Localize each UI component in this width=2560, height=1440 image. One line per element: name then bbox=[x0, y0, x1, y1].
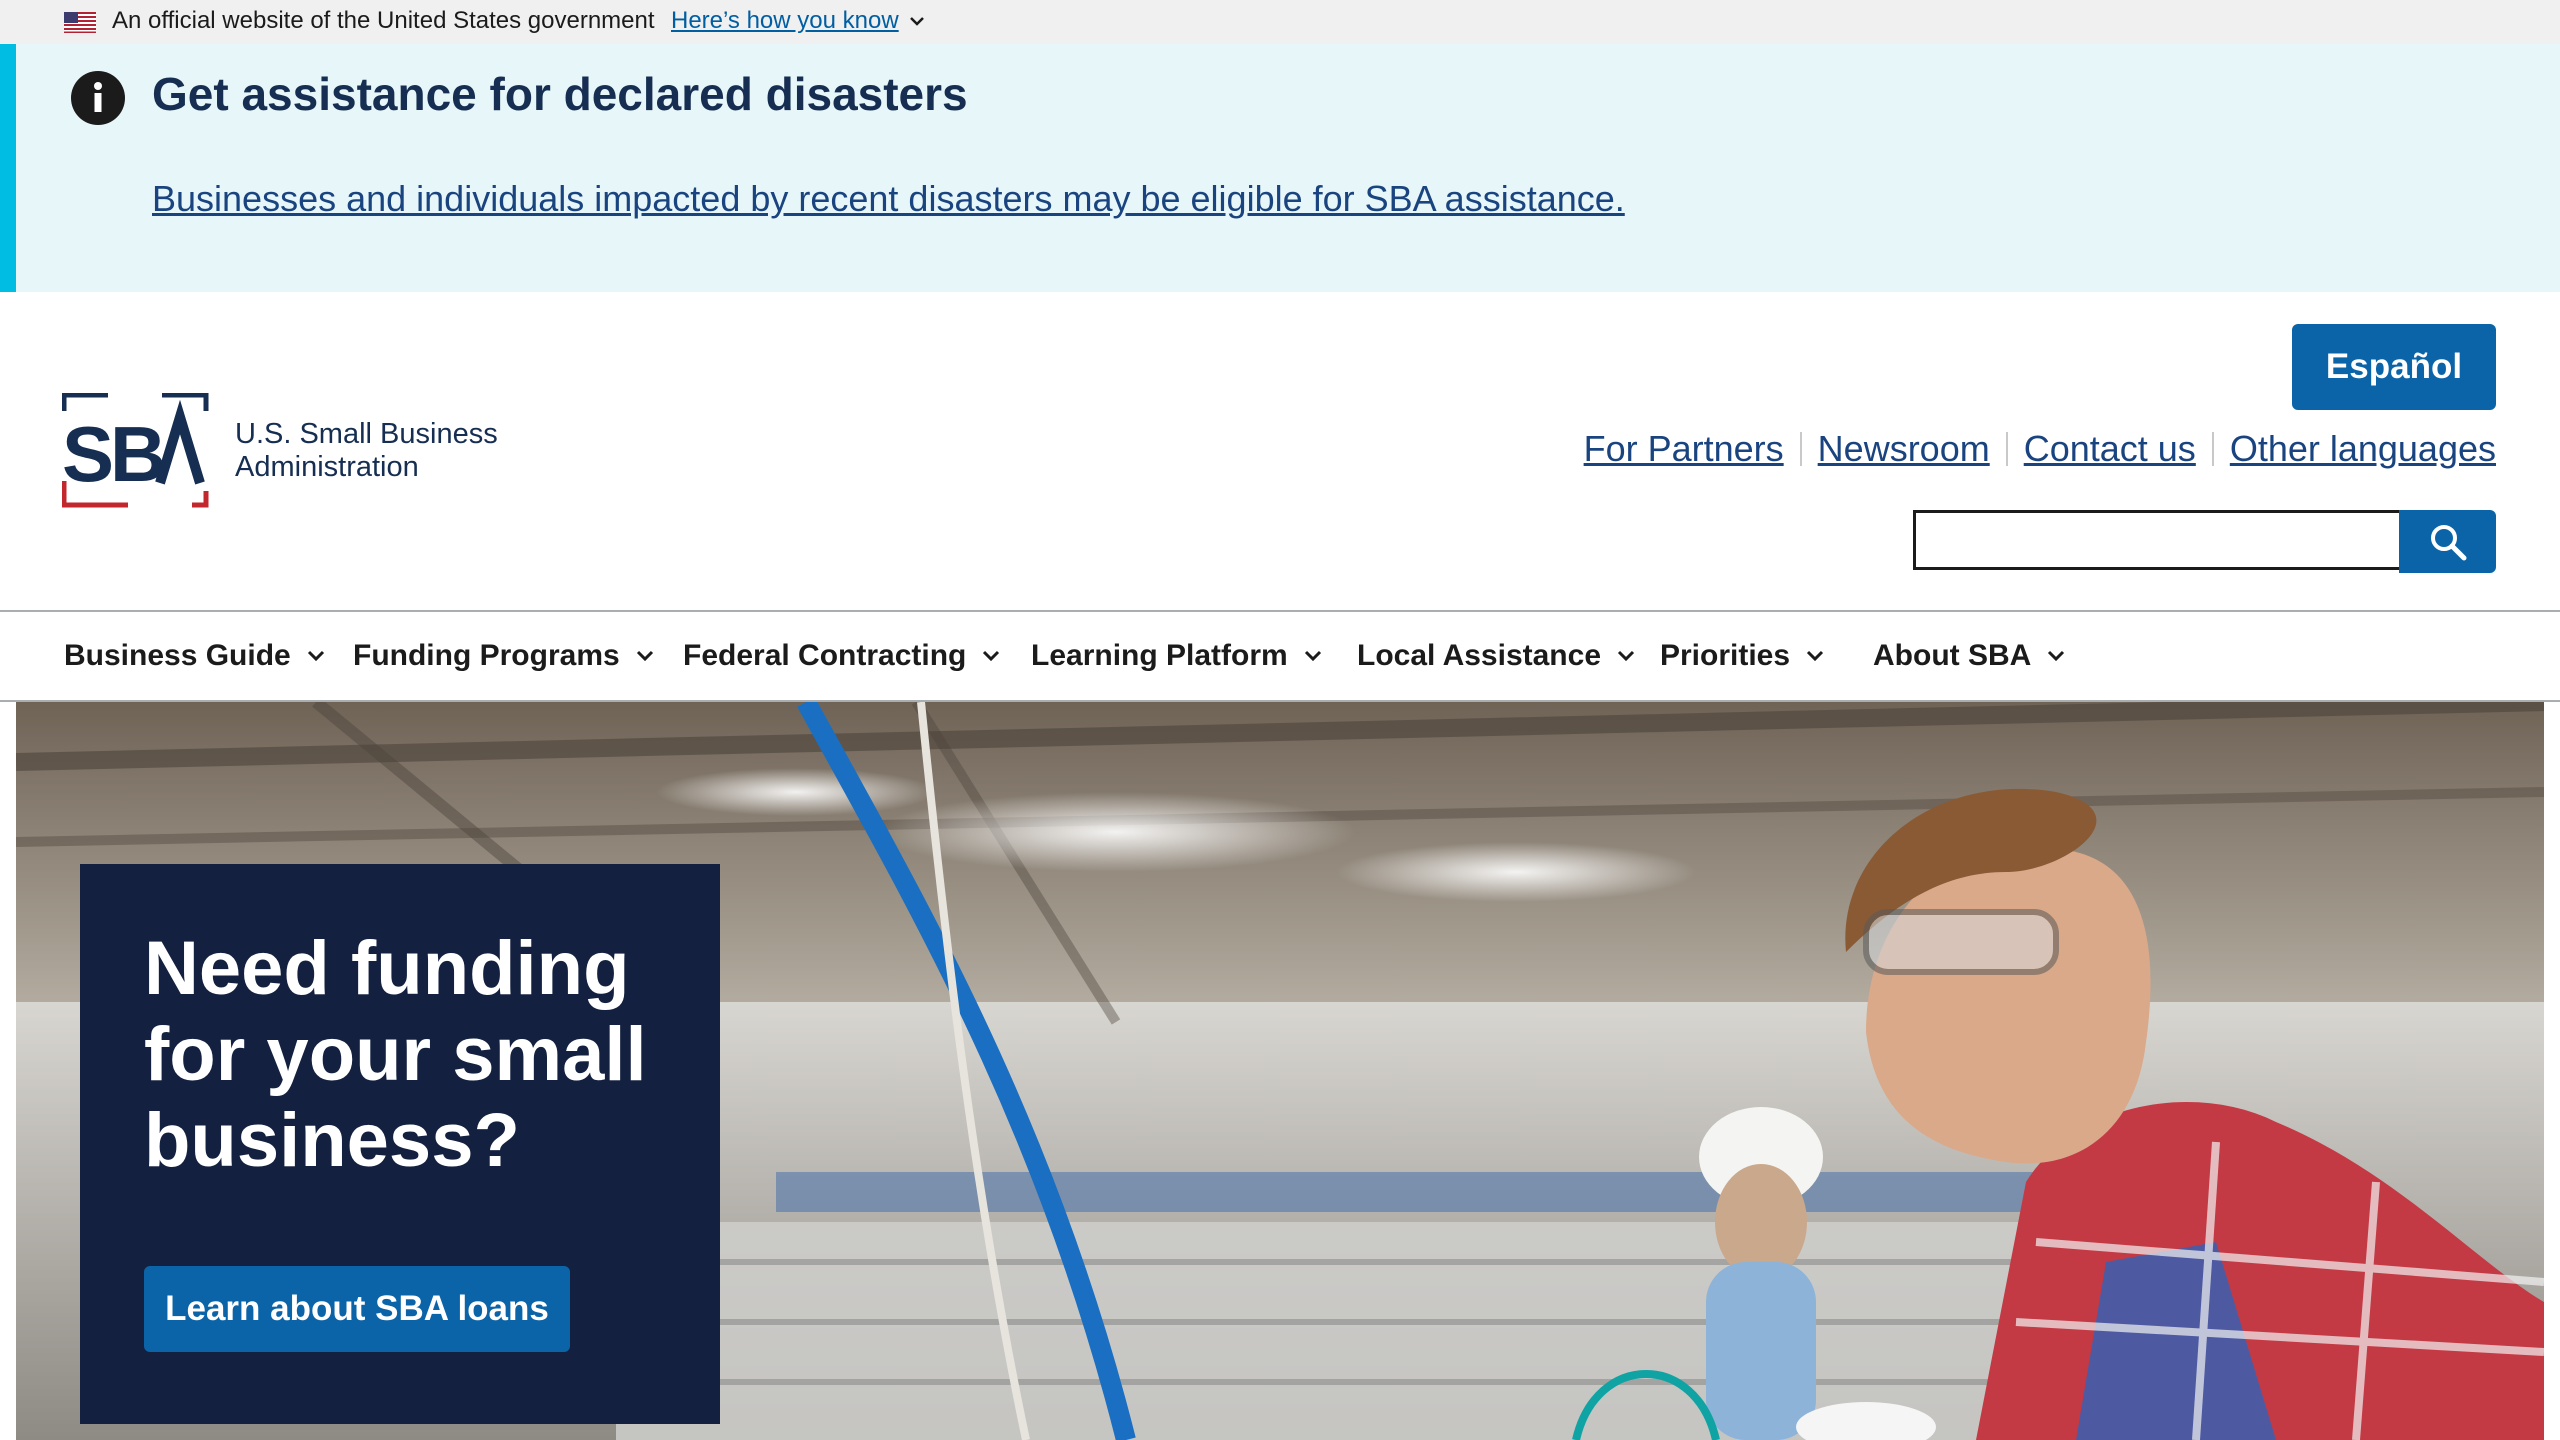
nav-funding-programs[interactable]: Funding Programs bbox=[353, 612, 654, 700]
alert-heading: Get assistance for declared disasters bbox=[152, 68, 968, 120]
other-languages-link[interactable]: Other languages bbox=[2230, 428, 2496, 470]
nav-about-sba[interactable]: About SBA bbox=[1873, 612, 2065, 700]
search-icon bbox=[2430, 524, 2466, 560]
svg-text:S: S bbox=[62, 410, 114, 498]
svg-text:B: B bbox=[110, 410, 166, 498]
agency-name-line1: U.S. Small Business bbox=[235, 418, 498, 450]
chevron-down-icon bbox=[1617, 650, 1635, 662]
alert-link[interactable]: Businesses and individuals impacted by r… bbox=[152, 174, 1625, 224]
sba-logo[interactable]: S B bbox=[62, 393, 210, 509]
nav-learning-platform[interactable]: Learning Platform bbox=[1031, 612, 1322, 700]
nav-label[interactable]: Priorities bbox=[1660, 639, 1790, 673]
heres-how-you-know-label[interactable]: Here’s how you know bbox=[671, 7, 899, 35]
learn-about-sba-loans-button[interactable]: Learn about SBA loans bbox=[144, 1266, 570, 1352]
nav-label[interactable]: Local Assistance bbox=[1357, 639, 1601, 673]
utility-links: For Partners Newsroom Contact us Other l… bbox=[1584, 428, 2496, 470]
agency-name-line2: Administration bbox=[235, 451, 419, 483]
heres-how-you-know-link[interactable]: Here’s how you know bbox=[671, 7, 925, 35]
for-partners-link[interactable]: For Partners bbox=[1584, 428, 1784, 470]
espanol-button[interactable]: Español bbox=[2292, 324, 2496, 410]
search-button[interactable] bbox=[2399, 510, 2496, 573]
search-input[interactable] bbox=[1913, 510, 2399, 570]
main-nav: Business Guide Funding Programs Federal … bbox=[0, 610, 2560, 702]
chevron-down-icon bbox=[636, 650, 653, 662]
gov-banner-text: An official website of the United States… bbox=[112, 7, 655, 34]
disaster-alert: Get assistance for declared disasters Bu… bbox=[0, 44, 2560, 292]
nav-federal-contracting[interactable]: Federal Contracting bbox=[683, 612, 1000, 700]
gov-banner: An official website of the United States… bbox=[0, 0, 2560, 44]
agency-name: U.S. Small Business Administration bbox=[235, 418, 498, 484]
nav-label[interactable]: Federal Contracting bbox=[683, 639, 966, 673]
info-icon bbox=[71, 71, 125, 125]
newsroom-link[interactable]: Newsroom bbox=[1818, 428, 1990, 470]
chevron-down-icon bbox=[909, 17, 924, 26]
divider bbox=[1799, 432, 1802, 466]
nav-label[interactable]: Funding Programs bbox=[353, 639, 620, 673]
nav-business-guide[interactable]: Business Guide bbox=[64, 612, 325, 700]
alert-accent-bar bbox=[0, 44, 16, 292]
contact-us-link[interactable]: Contact us bbox=[2024, 428, 2196, 470]
nav-label[interactable]: Business Guide bbox=[64, 639, 291, 673]
hero-title: Need funding for your small business? bbox=[144, 926, 647, 1183]
divider bbox=[2005, 432, 2008, 466]
chevron-down-icon bbox=[983, 650, 1000, 662]
chevron-down-icon bbox=[1807, 650, 1824, 662]
chevron-down-icon bbox=[307, 650, 324, 662]
nav-label[interactable]: Learning Platform bbox=[1031, 639, 1288, 673]
nav-priorities[interactable]: Priorities bbox=[1660, 612, 1824, 700]
us-flag-icon bbox=[64, 12, 96, 33]
divider bbox=[2211, 432, 2214, 466]
chevron-down-icon bbox=[1304, 650, 1321, 662]
nav-local-assistance[interactable]: Local Assistance bbox=[1357, 612, 1635, 700]
nav-label[interactable]: About SBA bbox=[1873, 639, 2031, 673]
chevron-down-icon bbox=[2048, 650, 2065, 662]
